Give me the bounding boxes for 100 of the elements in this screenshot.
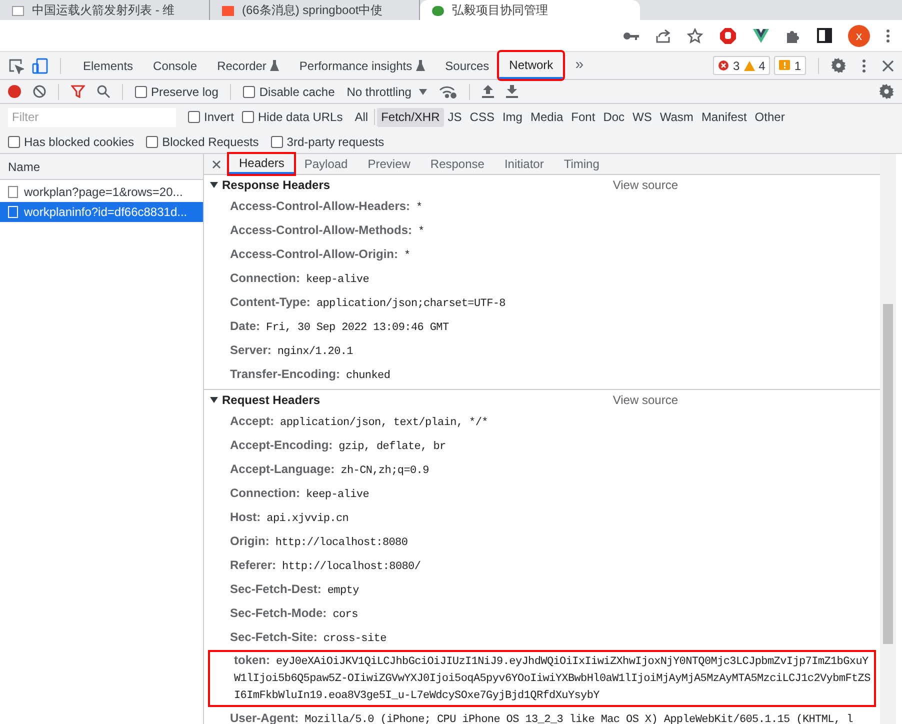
disable-cache-checkbox[interactable]: Disable cache (243, 82, 335, 100)
checkbox-box[interactable] (135, 86, 147, 98)
more-icon[interactable] (886, 28, 890, 42)
site-icon (222, 6, 234, 16)
section-toggle[interactable]: Response Headers (210, 176, 330, 194)
detail-tab[interactable]: Timing (554, 154, 610, 174)
share-icon[interactable] (655, 28, 671, 44)
header-row: Sec-Fetch-Site: cross-site (230, 629, 386, 647)
header-row: Sec-Fetch-Mode: cors (230, 605, 358, 623)
device-toolbar-icon[interactable] (32, 58, 48, 74)
profile-avatar[interactable]: x (848, 24, 870, 46)
more-tabs-button[interactable]: » (575, 54, 584, 77)
header-row: Host: api.xjvvip.cn (230, 509, 349, 527)
browser-tab[interactable]: 弘毅项目协同管理 (420, 0, 640, 20)
issues-button[interactable]: 1 (774, 56, 806, 75)
request-row[interactable]: workplan?page=1&rows=20... (0, 182, 203, 202)
section-toggle[interactable]: Request Headers (210, 391, 320, 409)
checkbox-box[interactable] (8, 136, 20, 148)
scrollbar-thumb[interactable] (883, 304, 893, 644)
upload-icon[interactable] (482, 85, 494, 98)
preserve-log-checkbox[interactable]: Preserve log (135, 82, 218, 100)
detail-tab[interactable]: Initiator (494, 154, 554, 174)
issue-counters-button[interactable]: 3 4 (712, 56, 770, 75)
header-row: Content-Type: application/json;charset=UTF-8 (230, 294, 506, 312)
type-filter-button[interactable]: Font (567, 108, 600, 126)
header-row: Accept: application/json, text/plain, */* (230, 413, 488, 431)
type-filter-button[interactable]: All (350, 108, 372, 126)
type-filter-button[interactable]: Manifest (697, 108, 751, 126)
document-icon (8, 186, 18, 198)
filter-icon[interactable] (71, 85, 85, 98)
devtools-tab[interactable]: Sources (435, 52, 500, 79)
filter-field[interactable]: Filter (8, 108, 176, 126)
devtools-tab[interactable]: Console (143, 52, 208, 79)
header-row: Date: Fri, 30 Sep 2022 13:09:46 GMT (230, 318, 449, 336)
checkbox-box[interactable] (243, 86, 256, 98)
type-filter-button[interactable]: Img (498, 108, 526, 126)
search-icon[interactable] (97, 85, 110, 98)
view-source-link[interactable]: View source (612, 176, 678, 194)
type-filter-button[interactable]: Fetch/XHR (377, 108, 444, 126)
checkbox-box[interactable] (242, 111, 254, 123)
invert-checkbox[interactable]: Invert (188, 108, 234, 126)
more-icon[interactable] (862, 58, 866, 72)
filter-option-checkbox[interactable]: Has blocked cookies (8, 132, 134, 150)
header-row: Accept-Encoding: gzip, deflate, br (230, 437, 446, 455)
type-filter-button[interactable]: JS (444, 108, 466, 126)
header-row-text: token: eyJ0eXAiOiJKV1QiLCJhbGciOiJIUzI1NiJ9.eyJhdWQiOiIxIiwiZXhwIjoxNjY0NTQ0Mjc3LCJpbmZvIjp7ImZ1bGxuYW1lIjoi5b6Q5paw5Z-OIiwiZGVwYXJ0Ijoi5oqA5pyv6YOoIiwiYXBwbHl0aW1lIjoiMjAyMjA5MzAyMTA5MzciLCJ1c2VybmFtZSI6ImFkbWluIn19.eoa8V3ge5I_u-L7eWdcySOxe7GyjBjd1QRfdXuYsybY (234, 653, 872, 704)
checkbox-box[interactable] (188, 111, 200, 123)
stop-sign-icon[interactable] (719, 26, 737, 44)
side-panel-icon[interactable] (817, 28, 832, 43)
clear-icon[interactable] (33, 85, 46, 98)
checkbox-box[interactable] (270, 136, 283, 148)
header-row: Connection: keep-alive (230, 485, 370, 503)
filter-option-checkbox[interactable]: 3rd-party requests (270, 132, 384, 150)
header-row: Sec-Fetch-Dest: empty (230, 581, 359, 599)
checkbox-box[interactable] (146, 136, 158, 148)
issue-count: 1 (794, 58, 801, 74)
devtools-tab[interactable]: Recorder (207, 52, 290, 79)
site-icon (12, 6, 24, 16)
detail-tab[interactable]: Preview (358, 154, 420, 174)
detail-tab[interactable]: Response (420, 154, 494, 174)
close-icon[interactable] (882, 60, 894, 72)
filter-option-checkbox[interactable]: Blocked Requests (146, 132, 259, 150)
detail-tab[interactable]: Headers (229, 154, 294, 174)
warning-icon (744, 60, 755, 70)
type-filter-button[interactable]: Doc (599, 108, 629, 126)
type-filter-button[interactable]: WS (628, 108, 656, 126)
devtools-tab[interactable]: Performance insights (289, 52, 436, 79)
type-filter-button[interactable]: CSS (466, 108, 498, 126)
issue-icon (779, 60, 790, 71)
type-filter-button[interactable]: Media (526, 108, 568, 126)
caret-icon (419, 88, 428, 94)
header-row: Transfer-Encoding: chunked (230, 366, 390, 384)
view-source-link[interactable]: View source (612, 391, 678, 409)
request-row[interactable]: workplaninfo?id=df66c8831d... (0, 202, 203, 222)
network-conditions-icon[interactable] (439, 84, 458, 98)
warning-count: 4 (758, 58, 766, 74)
settings-icon[interactable] (879, 84, 894, 99)
v-logo-icon[interactable] (753, 28, 769, 42)
header-row: Access-Control-Allow-Methods: * (230, 222, 424, 240)
flask-icon (270, 60, 280, 71)
name-column-header[interactable]: Name (0, 154, 203, 180)
header-row: Access-Control-Allow-Headers: * (230, 198, 422, 216)
detail-tab[interactable]: Payload (294, 154, 358, 174)
type-filter-button[interactable]: Wasm (656, 108, 698, 126)
download-icon[interactable] (506, 85, 518, 98)
key-icon[interactable] (623, 30, 639, 40)
close-icon[interactable] (212, 160, 221, 168)
header-row: Origin: http://localhost:8080 (230, 533, 408, 551)
caret-icon (210, 397, 218, 403)
settings-icon[interactable] (831, 58, 846, 73)
site-icon (432, 6, 444, 16)
error-count: 3 (732, 58, 740, 74)
throttling-dropdown[interactable]: No throttling (346, 82, 428, 100)
type-filter-button[interactable]: Other (750, 108, 789, 126)
devtools-tab[interactable]: Network (499, 52, 564, 79)
record-button[interactable] (8, 85, 21, 98)
inspect-icon[interactable] (8, 58, 24, 74)
devtools-tab[interactable]: Elements (73, 52, 144, 79)
hide-data-urls-checkbox[interactable]: Hide data URLs (242, 108, 343, 126)
star-icon[interactable] (687, 28, 703, 44)
